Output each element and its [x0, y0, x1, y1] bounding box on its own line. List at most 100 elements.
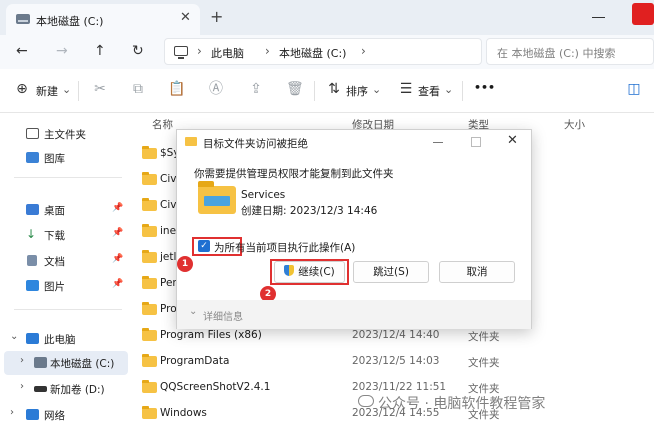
sidebar-item-label: 此电脑 [44, 334, 76, 346]
computer-icon [26, 333, 39, 344]
folder-name: Services [241, 189, 286, 201]
download-icon: ↓ [26, 227, 37, 241]
file-date: 2023/12/4 14:40 [352, 329, 440, 341]
copy-icon[interactable]: ⧉ [130, 81, 146, 97]
chevron-right-icon[interactable]: › [20, 381, 24, 392]
file-name: ine [160, 225, 177, 237]
pin-icon[interactable]: 📌 [112, 228, 123, 238]
column-header-size[interactable]: 大小 [564, 117, 585, 132]
command-bar: ⊕ 新建 ⌄ ✂ ⧉ 📋 Ⓐ ⇪ 🗑 ⇅ 排序 ⌄ ☰ 查看 ⌄ ••• ◫ [0, 69, 654, 113]
new-button[interactable]: 新建 [36, 83, 58, 99]
cut-icon[interactable]: ✂ [92, 81, 108, 97]
dialog-maximize-button [471, 137, 481, 147]
dialog-close-button[interactable]: ✕ [507, 133, 518, 148]
tab-local-disk[interactable]: 本地磁盘 (C:) ✕ [6, 4, 200, 35]
title-bar: 本地磁盘 (C:) ✕ + [0, 0, 654, 35]
forward-button[interactable]: → [56, 43, 68, 59]
sidebar-item-label: 下载 [44, 230, 65, 242]
sidebar-item-label: 图库 [44, 153, 65, 165]
details-toggle[interactable]: 详细信息 [203, 308, 243, 323]
sidebar-item-local-disk-c[interactable]: › 本地磁盘 (C:) [4, 351, 128, 375]
details-pane-icon[interactable]: ◫ [626, 81, 642, 97]
refresh-button[interactable]: ↻ [132, 43, 144, 59]
divider [314, 81, 315, 101]
back-button[interactable]: ← [16, 43, 28, 59]
sidebar-item-documents[interactable]: 文档 📌 [0, 249, 134, 273]
cancel-button[interactable]: 取消 [439, 261, 515, 283]
pin-icon[interactable]: 📌 [112, 254, 123, 264]
uac-shield-icon [284, 265, 295, 276]
gallery-icon [26, 152, 39, 163]
folder-icon [142, 302, 157, 315]
folder-icon [142, 328, 157, 341]
continue-button[interactable]: 继续(C) [274, 261, 345, 283]
sidebar-item-network[interactable]: › 网络 [0, 403, 134, 427]
minimize-button[interactable] [592, 8, 606, 22]
share-icon[interactable]: ⇪ [248, 81, 264, 97]
chevron-down-icon: ⌄ [372, 83, 382, 96]
file-name: Per [160, 277, 177, 289]
chevron-right-icon[interactable]: › [10, 407, 14, 418]
apply-to-all-checkbox[interactable]: ✓ [198, 240, 210, 252]
chevron-down-icon: ⌄ [444, 83, 454, 96]
up-button[interactable]: ↑ [94, 43, 106, 59]
pin-icon[interactable]: 📌 [112, 279, 123, 289]
sidebar-item-label: 主文件夹 [44, 129, 86, 141]
delete-icon[interactable]: 🗑 [286, 81, 304, 97]
dialog-title-bar: 目标文件夹访问被拒绝 ✕ [177, 130, 531, 156]
sidebar-item-new-volume-d[interactable]: › 新加卷 (D:) [0, 377, 134, 401]
rename-icon[interactable]: Ⓐ [208, 81, 224, 97]
dialog-minimize-button[interactable] [433, 142, 443, 143]
window-close-button[interactable] [632, 3, 654, 25]
breadcrumb-separator: › [361, 44, 366, 58]
file-date: 2023/12/5 14:03 [352, 355, 440, 367]
sort-button[interactable]: 排序 [346, 83, 368, 99]
pin-icon[interactable]: 📌 [112, 203, 123, 213]
file-name: QQScreenShotV2.4.1 [160, 381, 271, 393]
navigation-pane: 主文件夹 图库 桌面 📌 ↓ 下载 📌 文档 📌 图片 📌 ⌄ 此电脑 › 本地… [0, 113, 134, 431]
search-box[interactable]: 在 本地磁盘 (C:) 中搜索 [486, 38, 654, 65]
sidebar-item-desktop[interactable]: 桌面 📌 [0, 198, 134, 222]
annotation-badge-1: 1 [177, 256, 193, 272]
tab-close-button[interactable]: ✕ [180, 10, 191, 25]
navigation-bar: ← → ↑ ↻ › 此电脑 › 本地磁盘 (C:) › 在 本地磁盘 (C:) … [0, 35, 654, 69]
skip-button[interactable]: 跳过(S) [353, 261, 429, 283]
paste-icon[interactable]: 📋 [168, 81, 185, 97]
chevron-down-icon[interactable]: ⌄ [10, 331, 18, 342]
file-type: 文件夹 [468, 357, 500, 369]
view-button[interactable]: 查看 [418, 83, 440, 99]
folder-icon [142, 198, 157, 211]
folder-icon [198, 181, 236, 214]
file-name: Program Files (x86) [160, 329, 262, 341]
sidebar-item-home[interactable]: 主文件夹 [0, 122, 134, 146]
sidebar-item-label: 文档 [44, 256, 65, 268]
file-date: 2023/11/22 11:51 [352, 381, 447, 393]
tab-title: 本地磁盘 (C:) [36, 15, 104, 28]
chevron-down-icon[interactable]: ⌄ [189, 306, 197, 317]
sidebar-item-label: 桌面 [44, 205, 65, 217]
drive-icon [34, 386, 47, 392]
sidebar-item-gallery[interactable]: 图库 [0, 146, 134, 170]
apply-to-all-label[interactable]: 为所有当前项目执行此操作(A) [214, 240, 355, 255]
sidebar-item-downloads[interactable]: ↓ 下载 📌 [0, 223, 134, 247]
more-options-button[interactable]: ••• [474, 81, 495, 94]
sidebar-item-this-pc[interactable]: ⌄ 此电脑 [0, 327, 134, 351]
table-row[interactable]: ProgramData 2023/12/5 14:03 文件夹 [134, 349, 654, 375]
folder-icon [142, 406, 157, 419]
column-header-name[interactable]: 名称 [152, 117, 173, 132]
address-bar[interactable]: › 此电脑 › 本地磁盘 (C:) › [164, 38, 482, 65]
breadcrumb-local-disk[interactable]: 本地磁盘 (C:) [279, 45, 346, 61]
sidebar-item-label: 图片 [44, 281, 65, 293]
pictures-icon [26, 280, 39, 291]
dialog-title: 目标文件夹访问被拒绝 [203, 138, 308, 150]
new-tab-button[interactable]: + [210, 7, 223, 26]
breadcrumb-separator: › [265, 44, 270, 58]
view-icon: ☰ [399, 81, 413, 97]
sidebar-item-pictures[interactable]: 图片 📌 [0, 274, 134, 298]
file-name: ProgramData [160, 355, 230, 367]
drive-icon [16, 14, 30, 24]
breadcrumb-this-pc[interactable]: 此电脑 [211, 45, 244, 61]
divider [462, 81, 463, 101]
folder-icon [142, 224, 157, 237]
chevron-right-icon[interactable]: › [20, 355, 24, 366]
